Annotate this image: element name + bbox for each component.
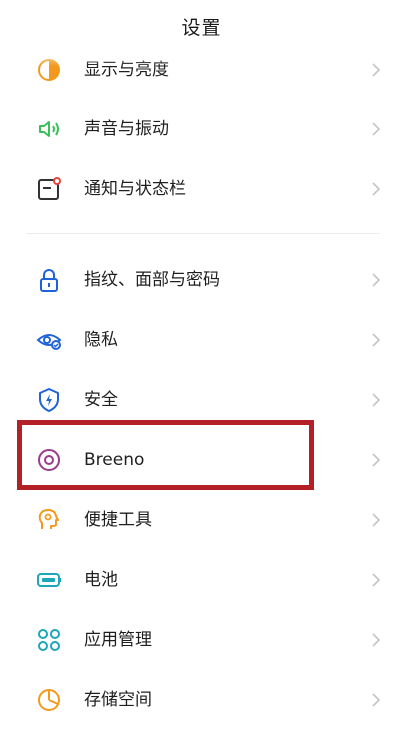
- settings-item-label: 声音与振动: [84, 119, 169, 139]
- chevron-right-icon: [371, 332, 381, 348]
- chevron-right-icon: [371, 272, 381, 288]
- settings-item-storage[interactable]: 存储空间: [0, 670, 403, 730]
- speaker-icon: [36, 116, 62, 142]
- chevron-right-icon: [371, 121, 381, 137]
- settings-item-sound-vibration[interactable]: 声音与振动: [0, 99, 403, 159]
- page-title: 设置: [181, 16, 222, 39]
- settings-item-label: 应用管理: [84, 630, 152, 650]
- chevron-right-icon: [371, 632, 381, 648]
- apps-icon: [36, 627, 62, 653]
- section-divider: [26, 233, 380, 234]
- settings-item-label: 电池: [84, 570, 118, 590]
- privacy-eye-icon: [36, 327, 62, 353]
- settings-item-label: 指纹、面部与密码: [84, 270, 220, 290]
- highlight-box: [17, 420, 314, 490]
- chevron-right-icon: [371, 572, 381, 588]
- chevron-right-icon: [371, 692, 381, 708]
- settings-item-app-management[interactable]: 应用管理: [0, 610, 403, 670]
- chevron-right-icon: [371, 452, 381, 468]
- scroll-fade: [0, 44, 403, 66]
- storage-icon: [36, 687, 62, 713]
- settings-item-label: 便捷工具: [84, 510, 152, 530]
- tools-icon: [36, 507, 62, 533]
- settings-item-privacy[interactable]: 隐私: [0, 310, 403, 370]
- settings-item-fingerprint-face-password[interactable]: 指纹、面部与密码: [0, 250, 403, 310]
- chevron-right-icon: [371, 181, 381, 197]
- shield-icon: [36, 387, 62, 413]
- lock-icon: [36, 267, 62, 293]
- battery-icon: [36, 567, 62, 593]
- chevron-right-icon: [371, 512, 381, 528]
- settings-item-notifications[interactable]: 通知与状态栏: [0, 159, 403, 219]
- chevron-right-icon: [371, 392, 381, 408]
- settings-item-battery[interactable]: 电池: [0, 550, 403, 610]
- settings-item-label: 存储空间: [84, 690, 152, 710]
- settings-item-label: 通知与状态栏: [84, 179, 186, 199]
- settings-item-convenience-tools[interactable]: 便捷工具: [0, 490, 403, 550]
- settings-item-label: 隐私: [84, 330, 118, 350]
- notification-icon: [36, 176, 62, 202]
